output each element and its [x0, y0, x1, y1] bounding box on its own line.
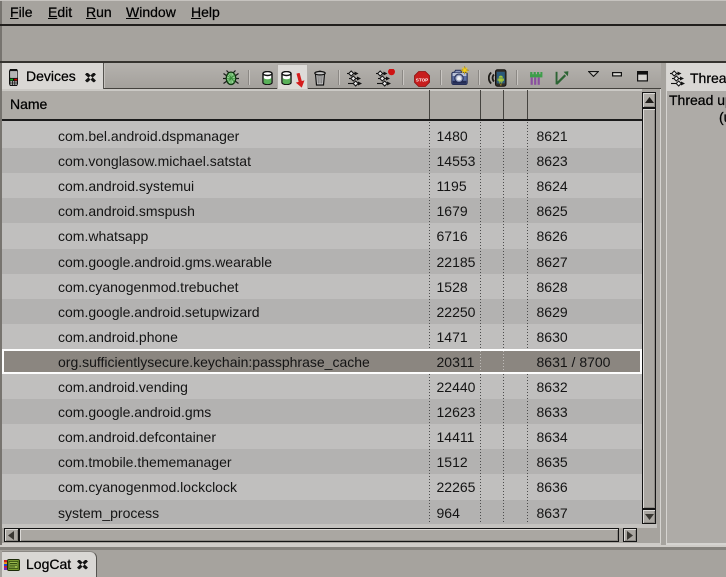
svg-text:STOP: STOP	[416, 77, 428, 82]
